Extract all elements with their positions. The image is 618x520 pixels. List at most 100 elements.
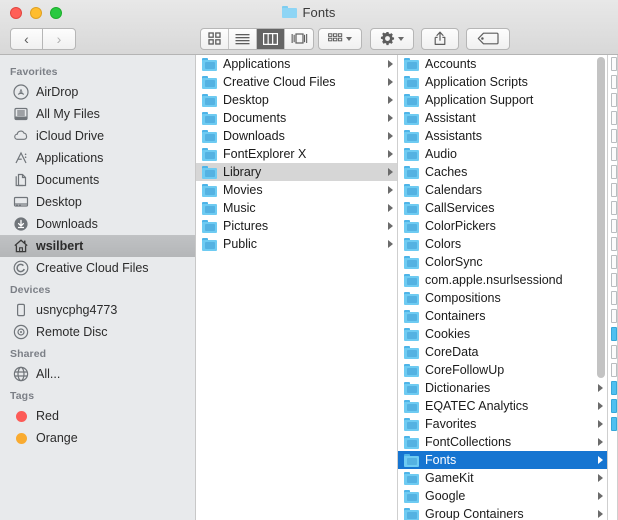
- disclosure-arrow-icon[interactable]: [388, 168, 393, 176]
- maximize-button[interactable]: [50, 7, 62, 19]
- sidebar-item-airdrop[interactable]: AirDrop: [0, 81, 195, 103]
- file-row[interactable]: Caches: [398, 163, 607, 181]
- disclosure-arrow-icon[interactable]: [388, 204, 393, 212]
- file-row[interactable]: Application Support: [398, 91, 607, 109]
- file-row[interactable]: Movies: [196, 181, 397, 199]
- disclosure-arrow-icon[interactable]: [388, 222, 393, 230]
- file-row[interactable]: GameKit: [398, 469, 607, 487]
- disclosure-arrow-icon[interactable]: [388, 96, 393, 104]
- file-row[interactable]: [608, 127, 617, 145]
- disclosure-arrow-icon[interactable]: [388, 60, 393, 68]
- sidebar-item-remote-disc[interactable]: Remote Disc: [0, 321, 195, 343]
- file-row[interactable]: Accounts: [398, 55, 607, 73]
- column-scrollbar[interactable]: [597, 57, 605, 516]
- forward-button[interactable]: ›: [43, 27, 76, 50]
- file-row[interactable]: [608, 361, 617, 379]
- file-row[interactable]: Music: [196, 199, 397, 217]
- disclosure-arrow-icon[interactable]: [388, 240, 393, 248]
- file-row[interactable]: Dictionaries: [398, 379, 607, 397]
- file-row[interactable]: CoreFollowUp: [398, 361, 607, 379]
- file-row[interactable]: [608, 307, 617, 325]
- file-row[interactable]: Containers: [398, 307, 607, 325]
- file-row[interactable]: [608, 415, 617, 433]
- sidebar-item-all[interactable]: All...: [0, 363, 195, 385]
- file-row[interactable]: [608, 145, 617, 163]
- file-row[interactable]: [608, 379, 617, 397]
- file-row[interactable]: ColorPickers: [398, 217, 607, 235]
- file-row[interactable]: Assistant: [398, 109, 607, 127]
- file-row[interactable]: FontCollections: [398, 433, 607, 451]
- column-library[interactable]: Accounts Application Scripts Application S…: [398, 55, 608, 520]
- file-row[interactable]: Pictures: [196, 217, 397, 235]
- sidebar-item-red[interactable]: Red: [0, 405, 195, 427]
- sidebar-item-creative-cloud-files[interactable]: Creative Cloud Files: [0, 257, 195, 279]
- file-row[interactable]: Colors: [398, 235, 607, 253]
- minimize-button[interactable]: [30, 7, 42, 19]
- file-row[interactable]: Google: [398, 487, 607, 505]
- file-row[interactable]: [608, 271, 617, 289]
- close-button[interactable]: [10, 7, 22, 19]
- disclosure-arrow-icon[interactable]: [388, 78, 393, 86]
- sidebar-item-usnycphg4773[interactable]: usnycphg4773: [0, 299, 195, 321]
- disclosure-arrow-icon[interactable]: [388, 114, 393, 122]
- file-row[interactable]: Application Scripts: [398, 73, 607, 91]
- file-row[interactable]: [608, 181, 617, 199]
- file-row[interactable]: [608, 199, 617, 217]
- sidebar[interactable]: Favorites AirDrop All My Files iCloud Drive…: [0, 55, 196, 520]
- file-row[interactable]: CallServices: [398, 199, 607, 217]
- file-row[interactable]: [608, 163, 617, 181]
- disclosure-arrow-icon[interactable]: [388, 150, 393, 158]
- sidebar-item-downloads[interactable]: Downloads: [0, 213, 195, 235]
- file-row[interactable]: Creative Cloud Files: [196, 73, 397, 91]
- file-row[interactable]: Library: [196, 163, 397, 181]
- file-row[interactable]: [608, 325, 617, 343]
- file-row[interactable]: Favorites: [398, 415, 607, 433]
- file-row[interactable]: [608, 217, 617, 235]
- file-row[interactable]: Applications: [196, 55, 397, 73]
- file-row[interactable]: Compositions: [398, 289, 607, 307]
- file-row[interactable]: Documents: [196, 109, 397, 127]
- scrollbar-thumb[interactable]: [597, 57, 605, 379]
- column-fonts[interactable]: [608, 55, 618, 520]
- file-row[interactable]: [608, 289, 617, 307]
- list-view-button[interactable]: [229, 28, 257, 49]
- file-row[interactable]: FontExplorer X: [196, 145, 397, 163]
- file-row[interactable]: Desktop: [196, 91, 397, 109]
- file-row[interactable]: Assistants: [398, 127, 607, 145]
- sidebar-item-desktop[interactable]: Desktop: [0, 191, 195, 213]
- file-row[interactable]: [608, 253, 617, 271]
- file-row[interactable]: ColorSync: [398, 253, 607, 271]
- file-row[interactable]: [608, 55, 617, 73]
- tag-button[interactable]: [466, 27, 510, 50]
- file-row[interactable]: Cookies: [398, 325, 607, 343]
- file-row[interactable]: [608, 235, 617, 253]
- file-row[interactable]: EQATEC Analytics: [398, 397, 607, 415]
- file-row[interactable]: [608, 91, 617, 109]
- file-row[interactable]: Calendars: [398, 181, 607, 199]
- sidebar-item-wsilbert[interactable]: wsilbert: [0, 235, 195, 257]
- sidebar-item-all-my-files[interactable]: All My Files: [0, 103, 195, 125]
- sidebar-item-applications[interactable]: Applications: [0, 147, 195, 169]
- file-row[interactable]: Public: [196, 235, 397, 253]
- file-row[interactable]: Downloads: [196, 127, 397, 145]
- sidebar-item-icloud-drive[interactable]: iCloud Drive: [0, 125, 195, 147]
- disclosure-arrow-icon[interactable]: [388, 186, 393, 194]
- back-button[interactable]: ‹: [10, 27, 43, 50]
- column-view-button[interactable]: [257, 28, 285, 49]
- arrange-button[interactable]: [318, 27, 362, 50]
- disclosure-arrow-icon[interactable]: [388, 132, 393, 140]
- coverflow-view-button[interactable]: [285, 29, 313, 49]
- sidebar-item-documents[interactable]: Documents: [0, 169, 195, 191]
- file-row[interactable]: Group Containers: [398, 505, 607, 520]
- file-row[interactable]: Audio: [398, 145, 607, 163]
- file-row[interactable]: [608, 73, 617, 91]
- file-row[interactable]: CoreData: [398, 343, 607, 361]
- file-row[interactable]: [608, 109, 617, 127]
- file-row[interactable]: com.apple.nsurlsessiond: [398, 271, 607, 289]
- icon-view-button[interactable]: [201, 28, 229, 49]
- share-button[interactable]: [421, 27, 459, 50]
- file-row[interactable]: Fonts: [398, 451, 607, 469]
- column-home[interactable]: Applications Creative Cloud Files Desktop D…: [196, 55, 398, 520]
- file-row[interactable]: [608, 397, 617, 415]
- file-row[interactable]: [608, 343, 617, 361]
